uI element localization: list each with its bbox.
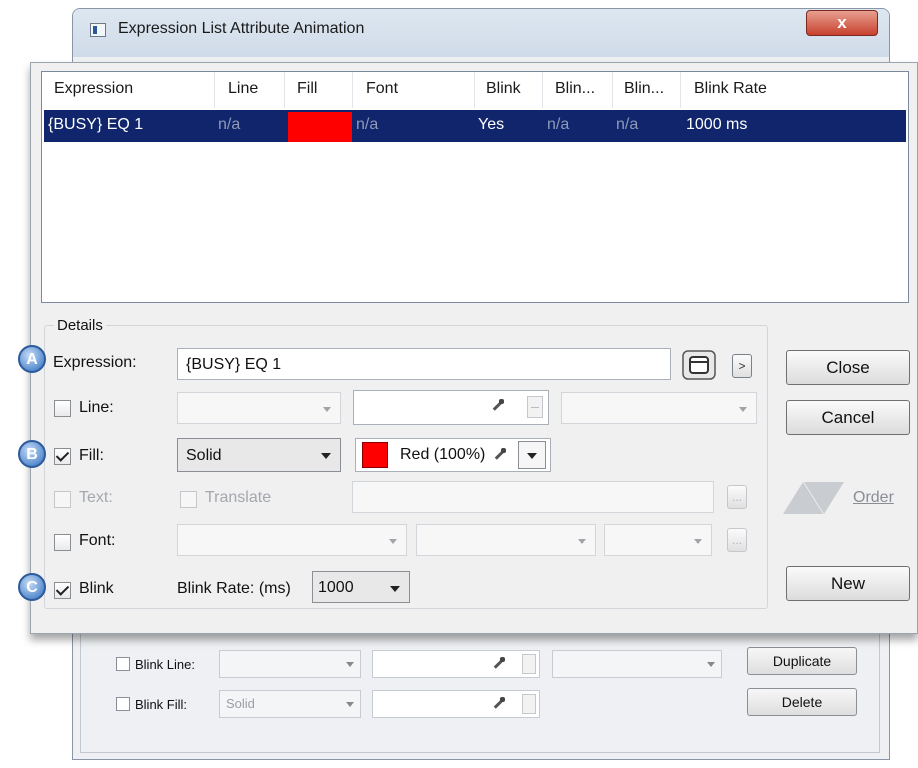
column-separator	[680, 72, 681, 108]
blink-fill-style-select[interactable]: Solid	[219, 690, 361, 718]
window-close-button[interactable]: x	[806, 10, 878, 36]
column-header-blink[interactable]: Blink	[486, 80, 521, 98]
blink-checkbox[interactable]	[54, 582, 71, 599]
font-label: Font:	[79, 532, 116, 549]
fill-color-dropdown[interactable]	[518, 441, 546, 469]
expression-list[interactable]	[41, 71, 909, 303]
column-header-blink-line[interactable]: Blin...	[555, 80, 595, 98]
app-icon	[90, 23, 106, 37]
table-row[interactable]	[44, 110, 906, 142]
column-header-expression[interactable]: Expression	[54, 80, 133, 98]
row-blink-fill: n/a	[616, 116, 639, 133]
column-header-blink-fill[interactable]: Blin...	[624, 80, 664, 98]
expression-label: Expression:	[53, 354, 137, 371]
eyedropper-icon[interactable]	[492, 448, 506, 462]
translate-label: Translate	[205, 489, 272, 506]
move-down-icon[interactable]	[804, 482, 844, 514]
callout-marker-c: C	[18, 573, 46, 601]
font-checkbox[interactable]	[54, 534, 71, 551]
fill-style-select[interactable]: Solid	[177, 438, 341, 472]
callout-marker-b: B	[18, 440, 46, 468]
blink-rate-select[interactable]: 1000	[312, 571, 410, 603]
eyedropper-icon[interactable]	[491, 657, 505, 671]
column-separator	[612, 72, 613, 108]
text-input[interactable]	[352, 481, 714, 513]
cancel-button[interactable]: Cancel	[786, 400, 910, 435]
expression-input[interactable]: {BUSY} EQ 1	[177, 348, 671, 380]
expression-builder-icon[interactable]	[682, 350, 716, 380]
order-label: Order	[853, 489, 894, 506]
translate-checkbox[interactable]	[180, 491, 197, 508]
row-fill-color	[288, 112, 352, 142]
font-browse-button[interactable]: ...	[727, 528, 747, 552]
text-browse-button[interactable]: ...	[727, 485, 747, 509]
row-blink-line: n/a	[547, 116, 570, 133]
row-blink-rate: 1000 ms	[686, 116, 748, 133]
blink-fill-checkbox[interactable]	[116, 697, 130, 711]
blink-line-checkbox[interactable]	[116, 657, 130, 671]
blink-line-label: Blink Line:	[135, 657, 195, 672]
column-header-fill[interactable]: Fill	[297, 80, 317, 98]
column-header-line[interactable]: Line	[228, 80, 258, 98]
font-style-select[interactable]	[416, 524, 596, 556]
blink-label: Blink	[79, 580, 114, 597]
fill-color-swatch	[362, 442, 388, 468]
column-separator	[352, 72, 353, 108]
blink-line-color-field[interactable]	[372, 650, 540, 678]
row-blink: Yes	[478, 116, 505, 133]
blink-fill-color-field[interactable]	[372, 690, 540, 718]
line-style-select[interactable]	[177, 392, 341, 424]
blink-rate-label: Blink Rate: (ms)	[177, 580, 291, 597]
line-color-field[interactable]	[353, 390, 549, 425]
fill-color-text: Red (100%)	[400, 446, 486, 463]
eyedropper-icon[interactable]	[490, 399, 504, 413]
blink-line-style-select[interactable]	[219, 650, 361, 678]
duplicate-button[interactable]: Duplicate	[747, 647, 857, 675]
line-width-select[interactable]	[561, 392, 757, 424]
column-separator	[542, 72, 543, 108]
column-header-blink-rate[interactable]: Blink Rate	[694, 80, 767, 98]
row-expression: {BUSY} EQ 1	[48, 116, 144, 133]
new-button[interactable]: New	[786, 566, 910, 601]
eyedropper-icon[interactable]	[491, 697, 505, 711]
column-separator	[214, 72, 215, 108]
fill-label: Fill:	[79, 447, 104, 464]
text-label: Text:	[79, 489, 113, 506]
delete-button[interactable]: Delete	[747, 688, 857, 716]
row-font: n/a	[356, 116, 379, 133]
blink-fill-label: Blink Fill:	[135, 697, 188, 712]
row-line: n/a	[218, 116, 241, 133]
line-checkbox[interactable]	[54, 400, 71, 417]
fill-checkbox[interactable]	[54, 448, 71, 465]
blink-fill-color-menu[interactable]	[522, 694, 536, 714]
callout-marker-a: A	[18, 345, 46, 373]
line-label: Line:	[79, 399, 114, 416]
close-button[interactable]: Close	[786, 350, 910, 385]
column-header-font[interactable]: Font	[366, 80, 398, 98]
expression-next-button[interactable]: >	[732, 354, 752, 378]
text-checkbox[interactable]	[54, 491, 71, 508]
blink-line-width-select[interactable]	[552, 650, 722, 678]
column-separator	[474, 72, 475, 108]
line-color-menu[interactable]	[527, 396, 543, 418]
blink-line-color-menu[interactable]	[522, 654, 536, 674]
details-group-label: Details	[54, 317, 106, 334]
column-separator	[284, 72, 285, 108]
window-title: Expression List Attribute Animation	[118, 20, 365, 37]
font-size-select[interactable]	[604, 524, 712, 556]
font-name-select[interactable]	[177, 524, 407, 556]
